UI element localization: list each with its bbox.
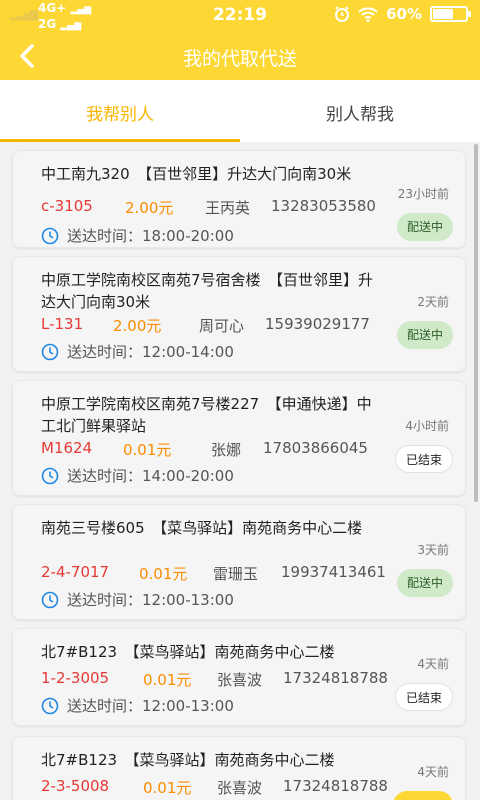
clock-icon xyxy=(41,343,59,360)
status-badge[interactable]: 已结束 xyxy=(394,445,453,473)
time-ago: 23小时前 xyxy=(397,187,449,201)
order-card[interactable]: 南苑三号楼605 【菜鸟驿站】南苑商务中心二楼 2-4-7017 0.01元 雷… xyxy=(12,504,466,620)
delivery-time-row: 送达时间：12:00-14:00 xyxy=(41,341,234,362)
delivery-time: 送达时间：12:00-14:00 xyxy=(67,343,234,361)
order-price: 0.01元 xyxy=(139,565,188,583)
order-card[interactable]: 北7#B123 【菜鸟驿站】南苑商务中心二楼 2-3-5008 0.01元 张喜… xyxy=(12,736,466,800)
order-code: c-3105 xyxy=(41,197,93,215)
wifi-icon xyxy=(358,7,378,22)
order-address: 南苑三号楼605 【菜鸟驿站】南苑商务中心二楼 xyxy=(41,519,363,537)
tab-others-help-me[interactable]: 别人帮我 xyxy=(240,80,480,142)
order-code: M1624 xyxy=(41,439,93,457)
time-ago: 4天前 xyxy=(417,657,449,671)
clock-icon xyxy=(41,467,59,484)
delivery-time-row: 送达时间：18:00-20:00 xyxy=(41,225,234,246)
order-card[interactable]: 中原工学院南校区南苑7号宿舍楼 【百世邻里】升达大门向南30米 L-131 2.… xyxy=(12,256,466,372)
recipient-name: 周可心 xyxy=(199,317,245,335)
navbar: 我的代取代送 xyxy=(0,32,480,80)
delivery-time-row: 送达时间：12:00-13:00 xyxy=(41,695,234,716)
clock-icon xyxy=(41,227,59,244)
recipient-name: 王丙英 xyxy=(205,199,251,217)
recipient-name: 张喜波 xyxy=(217,779,263,797)
recipient-phone[interactable]: 15939029177 xyxy=(265,315,370,333)
order-address: 中工南九320 【百世邻里】升达大门向南30米 xyxy=(41,165,352,183)
order-code: 2-4-7017 xyxy=(41,563,110,581)
battery-icon xyxy=(430,6,471,22)
order-code: 1-2-3005 xyxy=(41,669,110,687)
status-badge[interactable]: 已结束 xyxy=(394,683,453,711)
delivery-time: 送达时间：12:00-13:00 xyxy=(67,697,234,715)
delivery-time: 送达时间：14:00-20:00 xyxy=(67,467,234,485)
order-address: 中原工学院南校区南苑7号宿舍楼 【百世邻里】升达大门向南30米 xyxy=(41,271,374,311)
time-ago: 4天前 xyxy=(417,765,449,779)
status-badge[interactable]: 配送中 xyxy=(396,213,453,241)
order-price: 0.01元 xyxy=(143,671,192,689)
recipient-phone[interactable]: 17324818788 xyxy=(283,669,388,687)
battery-percent: 60% xyxy=(386,5,422,23)
page-title: 我的代取代送 xyxy=(182,48,297,70)
order-address: 北7#B123 【菜鸟驿站】南苑商务中心二楼 xyxy=(41,643,335,661)
scrollbar[interactable] xyxy=(474,144,478,502)
status-badge[interactable] xyxy=(393,791,453,800)
order-address: 中原工学院南校区南苑7号楼227 【申通快递】中工北门鲜果驿站 xyxy=(41,395,372,435)
order-card[interactable]: 中原工学院南校区南苑7号楼227 【申通快递】中工北门鲜果驿站 M1624 0.… xyxy=(12,380,466,496)
recipient-name: 张娜 xyxy=(211,441,242,459)
status-badge[interactable]: 配送中 xyxy=(396,321,453,349)
order-code: L-131 xyxy=(41,315,84,333)
order-info-row: c-3105 xyxy=(41,197,93,215)
order-code: 2-3-5008 xyxy=(41,777,110,795)
delivery-time: 送达时间：18:00-20:00 xyxy=(67,227,234,245)
recipient-phone[interactable]: 19937413461 xyxy=(281,563,386,581)
clock-icon xyxy=(41,591,59,608)
tab-bar: 我帮别人 别人帮我 xyxy=(0,80,480,142)
time-ago: 3天前 xyxy=(417,543,449,557)
order-price: 2.00元 xyxy=(125,199,174,217)
order-address: 北7#B123 【菜鸟驿站】南苑商务中心二楼 xyxy=(41,751,335,769)
order-card[interactable]: 北7#B123 【菜鸟驿站】南苑商务中心二楼 1-2-3005 0.01元 张喜… xyxy=(12,628,466,726)
recipient-phone[interactable]: 17324818788 xyxy=(283,777,388,795)
delivery-time-row: 送达时间：12:00-13:00 xyxy=(41,589,234,610)
time-ago: 2天前 xyxy=(417,295,449,309)
order-list[interactable]: 中工南九320 【百世邻里】升达大门向南30米 c-3105 2.00元 王丙英… xyxy=(0,142,480,800)
recipient-phone[interactable]: 17803866045 xyxy=(263,439,368,457)
order-price: 2.00元 xyxy=(113,317,162,335)
order-price: 0.01元 xyxy=(123,441,172,459)
recipient-phone[interactable]: 13283053580 xyxy=(271,197,376,215)
clock-icon xyxy=(41,697,59,714)
status-right: 60% xyxy=(334,5,471,23)
status-badge[interactable]: 配送中 xyxy=(396,569,453,597)
delivery-time: 送达时间：12:00-13:00 xyxy=(67,591,234,609)
delivery-time-row: 送达时间：14:00-20:00 xyxy=(41,465,234,486)
order-card[interactable]: 中工南九320 【百世邻里】升达大门向南30米 c-3105 2.00元 王丙英… xyxy=(12,150,466,248)
recipient-name: 张喜波 xyxy=(217,671,263,689)
alarm-icon xyxy=(335,6,350,22)
order-price: 0.01元 xyxy=(143,779,192,797)
status-bar: ▂▃▅▇ 4G+ ▂▄▆ 2G ▂▄▆ 22:19 60% xyxy=(0,0,480,32)
tab-help-others[interactable]: 我帮别人 xyxy=(0,80,240,142)
time-ago: 4小时前 xyxy=(405,419,449,433)
recipient-name: 雷珊玉 xyxy=(213,565,259,583)
